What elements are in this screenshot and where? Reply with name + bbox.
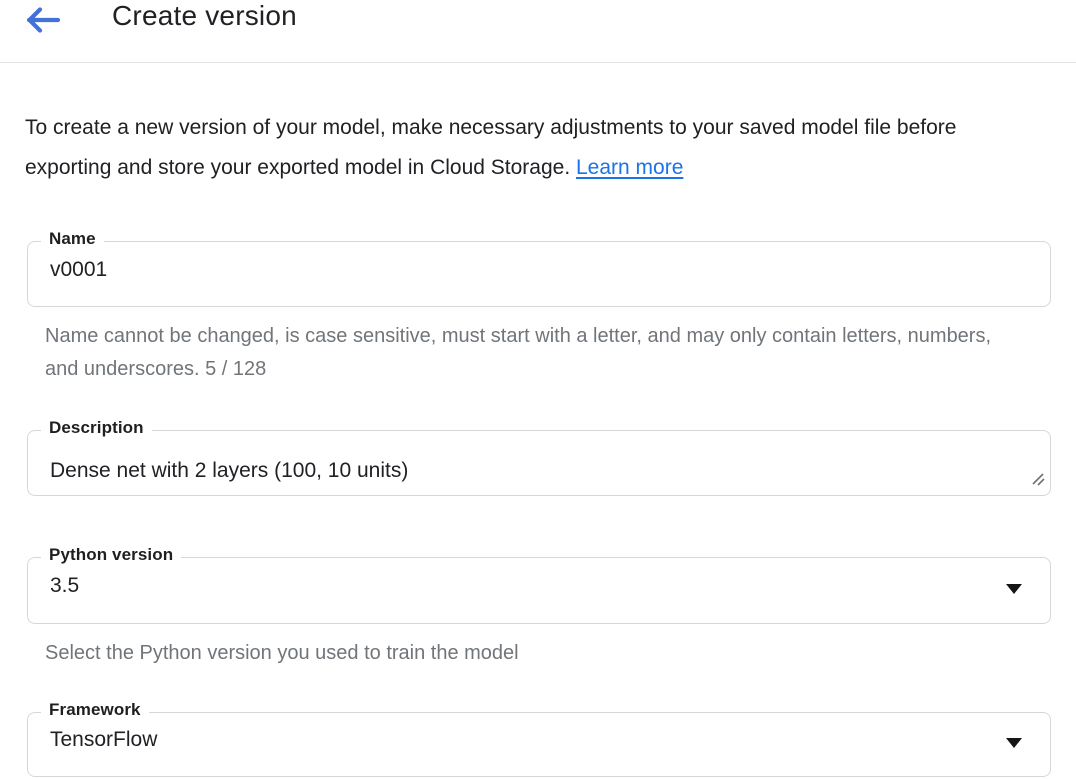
dropdown-caret-icon [1006, 584, 1022, 594]
name-helper-text: Name cannot be changed, is case sensitiv… [45, 320, 1010, 386]
framework-label: Framework [41, 701, 149, 719]
name-input[interactable] [28, 242, 1050, 306]
name-field-label: Name [41, 230, 104, 248]
description-field-label: Description [41, 419, 152, 437]
intro-text-body: To create a new version of your model, m… [25, 116, 956, 179]
description-field: Description Dense net with 2 layers (100… [27, 430, 1051, 496]
page-header: Create version [0, 0, 1076, 63]
arrow-left-icon [24, 5, 60, 35]
python-version-label: Python version [41, 546, 181, 564]
framework-value: TensorFlow [28, 713, 1050, 752]
main-content: To create a new version of your model, m… [0, 108, 1076, 777]
python-version-select[interactable]: Python version 3.5 [27, 557, 1051, 624]
page-title: Create version [112, 0, 297, 36]
back-button[interactable] [24, 5, 60, 35]
python-version-value: 3.5 [28, 558, 1050, 598]
framework-select[interactable]: Framework TensorFlow [27, 712, 1051, 777]
learn-more-link[interactable]: Learn more [576, 156, 683, 179]
description-input[interactable]: Dense net with 2 layers (100, 10 units) [28, 431, 1050, 495]
name-field: Name [27, 241, 1051, 307]
dropdown-caret-icon [1006, 738, 1022, 748]
python-version-helper-text: Select the Python version you used to tr… [45, 637, 1010, 670]
intro-text: To create a new version of your model, m… [25, 108, 1038, 188]
